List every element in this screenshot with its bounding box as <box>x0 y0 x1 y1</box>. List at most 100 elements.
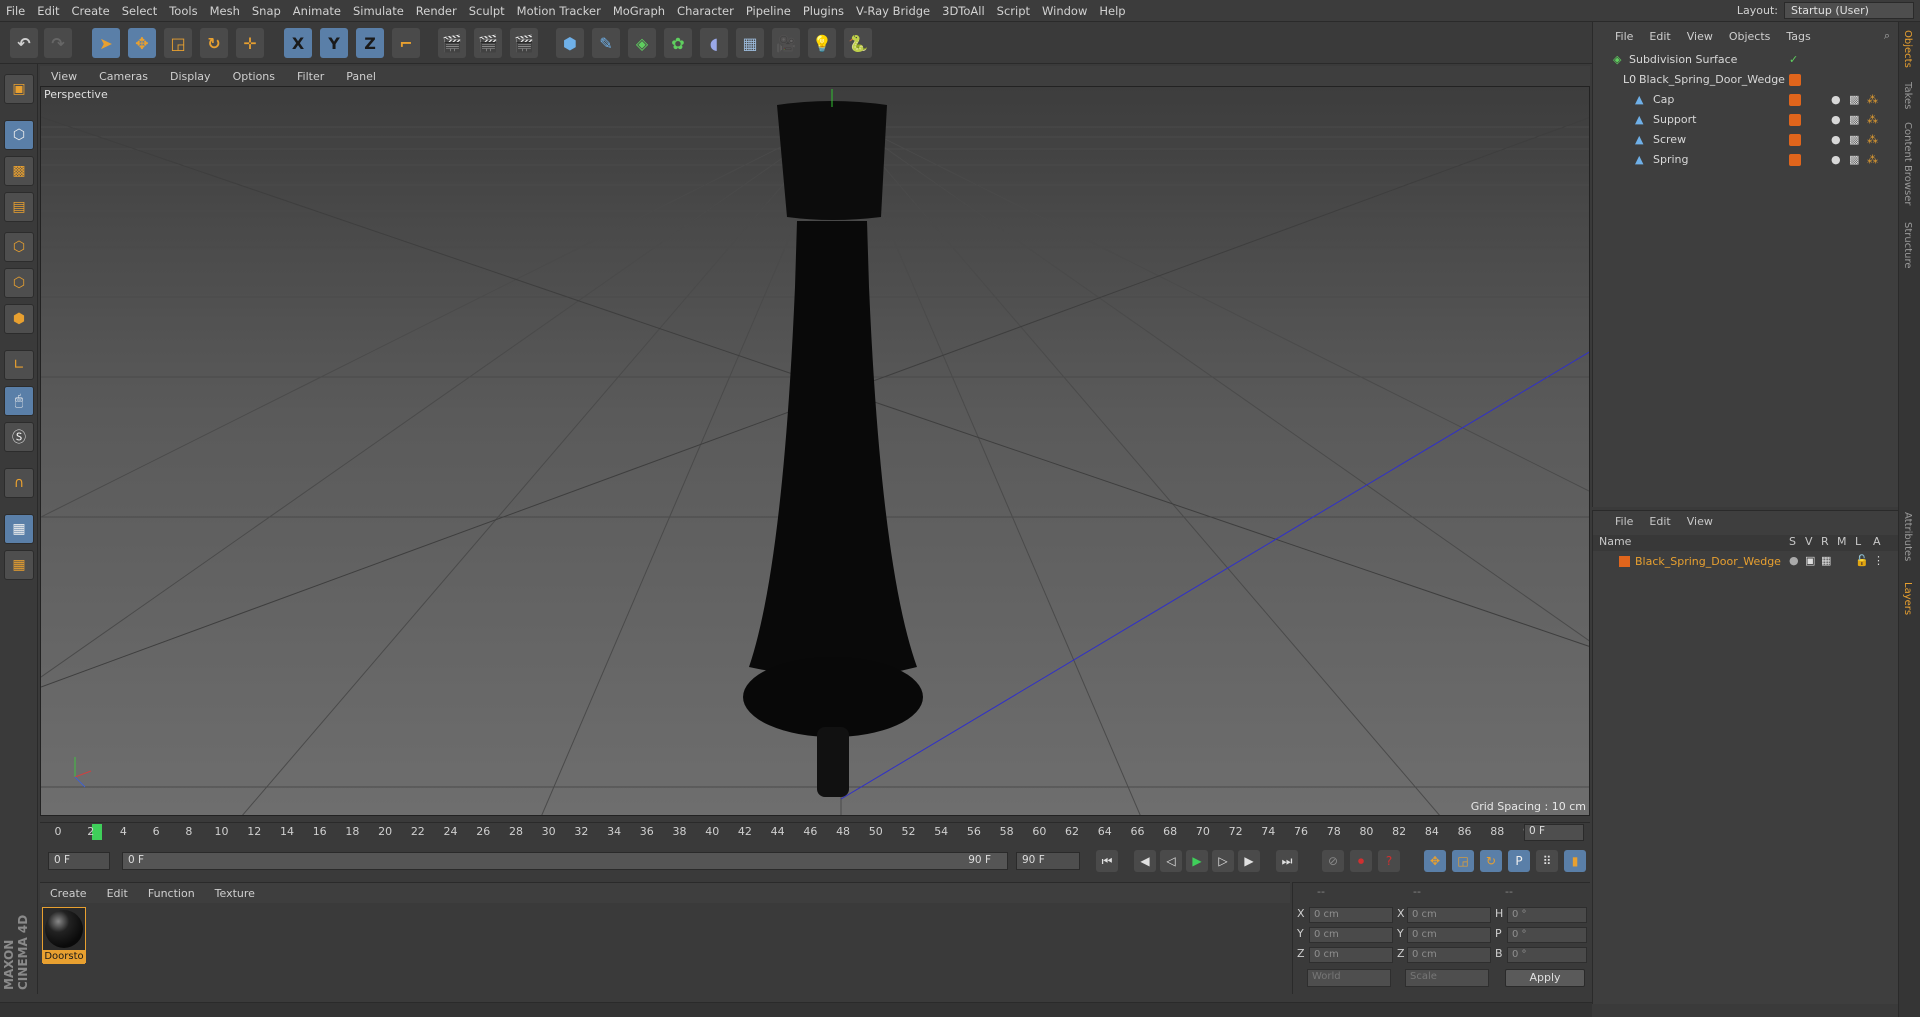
tree-item-support[interactable]: ▲ Support ● ▩ ⁂ <box>1593 110 1899 129</box>
tree-item-cap[interactable]: ▲ Cap ● ▩ ⁂ <box>1593 90 1899 109</box>
menu-simulate[interactable]: Simulate <box>347 4 410 18</box>
frame-range-slider[interactable]: 0 F 90 F <box>122 852 1008 870</box>
pen-icon[interactable]: ✎ <box>592 28 620 58</box>
layer-menu-view[interactable]: View <box>1679 515 1721 528</box>
menu-snap[interactable]: Snap <box>246 4 287 18</box>
keyframe-selection-icon[interactable]: ⊘ <box>1322 850 1344 872</box>
viewport-menu-panel[interactable]: Panel <box>335 70 387 83</box>
perspective-viewport[interactable] <box>40 86 1590 816</box>
menu-sculpt[interactable]: Sculpt <box>463 4 511 18</box>
next-key-icon[interactable]: ▶ <box>1238 850 1260 872</box>
object-menu-objects[interactable]: Objects <box>1721 30 1779 43</box>
tab-attributes[interactable]: Attributes <box>1902 512 1913 561</box>
pos-x-field[interactable]: 0 cm <box>1309 907 1393 923</box>
workplane-icon[interactable]: ▤ <box>4 192 34 222</box>
transform-icon[interactable]: ✛ <box>236 28 264 58</box>
python-icon[interactable]: 🐍 <box>844 28 872 58</box>
x-axis-lock-button[interactable]: X <box>284 28 312 58</box>
menu-pipeline[interactable]: Pipeline <box>740 4 797 18</box>
key-position-icon[interactable]: ✥ <box>1424 850 1446 872</box>
phong-tag-icon[interactable]: ⁂ <box>1867 133 1878 146</box>
viewport-menu-options[interactable]: Options <box>222 70 286 83</box>
light-icon[interactable]: 💡 <box>808 28 836 58</box>
material-tag-icon[interactable]: ● <box>1831 93 1841 106</box>
tree-item-screw[interactable]: ▲ Screw ● ▩ ⁂ <box>1593 130 1899 149</box>
menu-3dtoall[interactable]: 3DToAll <box>936 4 991 18</box>
tree-item-black-spring-door-wedge[interactable]: L0 Black_Spring_Door_Wedge <box>1593 70 1899 89</box>
size-z-field[interactable]: 0 cm <box>1407 947 1491 963</box>
tree-item-subdivision-surface[interactable]: ◈ Subdivision Surface ✓ <box>1593 50 1899 69</box>
go-to-end-icon[interactable]: ⏭ <box>1276 850 1298 872</box>
tab-takes[interactable]: Takes <box>1902 82 1913 109</box>
undo-icon[interactable]: ↶ <box>10 28 38 58</box>
layer-color-tag[interactable] <box>1789 73 1801 86</box>
axis-mode-icon[interactable]: ∟ <box>4 350 34 380</box>
viewport-menu-cameras[interactable]: Cameras <box>88 70 159 83</box>
size-x-field[interactable]: 0 cm <box>1407 907 1491 923</box>
autokey-icon[interactable]: ? <box>1378 850 1400 872</box>
menu-plugins[interactable]: Plugins <box>797 4 850 18</box>
pos-z-field[interactable]: 0 cm <box>1309 947 1393 963</box>
coordinate-system-icon[interactable]: ⌐ <box>392 28 420 58</box>
mograph-cloner-icon[interactable]: ✿ <box>664 28 692 58</box>
camera-icon[interactable]: 🎥 <box>772 28 800 58</box>
subdivision-icon[interactable]: ◈ <box>628 28 656 58</box>
phong-tag-icon[interactable]: ⁂ <box>1867 93 1878 106</box>
door-stop-model[interactable] <box>743 89 923 797</box>
tab-layers[interactable]: Layers <box>1902 582 1913 615</box>
material-menu-create[interactable]: Create <box>40 887 97 900</box>
current-frame-field[interactable]: 0 F <box>1524 824 1584 841</box>
uvw-tag-icon[interactable]: ▩ <box>1849 93 1859 106</box>
deformer-icon[interactable]: ◖ <box>700 28 728 58</box>
layer-color-tag[interactable] <box>1789 93 1801 106</box>
layer-menu-edit[interactable]: Edit <box>1641 515 1678 528</box>
material-tag-icon[interactable]: ● <box>1831 113 1841 126</box>
search-icon[interactable]: ⌕ <box>1884 29 1890 43</box>
rot-p-field[interactable]: 0 ° <box>1507 927 1587 943</box>
play-icon[interactable]: ▶ <box>1186 850 1208 872</box>
apply-button[interactable]: Apply <box>1505 969 1585 987</box>
render-view-icon[interactable]: 🎬 <box>438 28 466 58</box>
layer-color-tag[interactable] <box>1789 113 1801 126</box>
rot-b-field[interactable]: 0 ° <box>1507 947 1587 963</box>
cube-icon[interactable]: ⬢ <box>556 28 584 58</box>
object-menu-file[interactable]: File <box>1607 30 1641 43</box>
animation-toggle-icon[interactable]: ⋮ <box>1873 554 1884 567</box>
tab-content-browser[interactable]: Content Browser <box>1902 122 1913 205</box>
tree-item-spring[interactable]: ▲ Spring ● ▩ ⁂ <box>1593 150 1899 169</box>
live-selection-icon[interactable]: ➤ <box>92 28 120 58</box>
end-frame-field[interactable]: 90 F <box>1016 852 1080 870</box>
floor-icon[interactable]: ▦ <box>736 28 764 58</box>
uvw-tag-icon[interactable]: ▩ <box>1849 153 1859 166</box>
object-menu-tags[interactable]: Tags <box>1778 30 1818 43</box>
menu-select[interactable]: Select <box>116 4 163 18</box>
start-frame-field[interactable]: 0 F <box>48 852 110 870</box>
render-settings-icon[interactable]: 🎬 <box>510 28 538 58</box>
menu-window[interactable]: Window <box>1036 4 1093 18</box>
lock-workplane-icon[interactable]: ▦ <box>4 514 34 544</box>
menu-mograph[interactable]: MoGraph <box>607 4 671 18</box>
viewport-menu-filter[interactable]: Filter <box>286 70 335 83</box>
menu-tools[interactable]: Tools <box>163 4 203 18</box>
y-axis-lock-button[interactable]: Y <box>320 28 348 58</box>
model-mode-icon[interactable]: ⬡ <box>4 120 34 150</box>
scale-mode-select[interactable]: Scale <box>1405 969 1489 987</box>
uvw-tag-icon[interactable]: ▩ <box>1849 133 1859 146</box>
material-swatch[interactable]: Doorsto <box>42 907 86 964</box>
menu-render[interactable]: Render <box>410 4 463 18</box>
layout-select[interactable]: Startup (User) <box>1784 2 1914 19</box>
timeline-window-icon[interactable]: ▮ <box>1564 850 1586 872</box>
layer-row[interactable]: Black_Spring_Door_Wedge ● ▣ ▦ 🔓 ⋮ <box>1593 553 1898 571</box>
view-toggle-icon[interactable]: ▣ <box>1805 554 1815 567</box>
menu-file[interactable]: File <box>0 4 31 18</box>
size-y-field[interactable]: 0 cm <box>1407 927 1491 943</box>
viewport-menu-display[interactable]: Display <box>159 70 222 83</box>
key-rotation-icon[interactable]: ↻ <box>1480 850 1502 872</box>
key-point-level-icon[interactable]: ⠿ <box>1536 850 1558 872</box>
menu-script[interactable]: Script <box>991 4 1036 18</box>
pos-y-field[interactable]: 0 cm <box>1309 927 1393 943</box>
menu-create[interactable]: Create <box>66 4 116 18</box>
make-editable-icon[interactable]: ▣ <box>4 74 34 104</box>
previous-key-icon[interactable]: ◀ <box>1134 850 1156 872</box>
points-mode-icon[interactable]: ⬡ <box>4 232 34 262</box>
